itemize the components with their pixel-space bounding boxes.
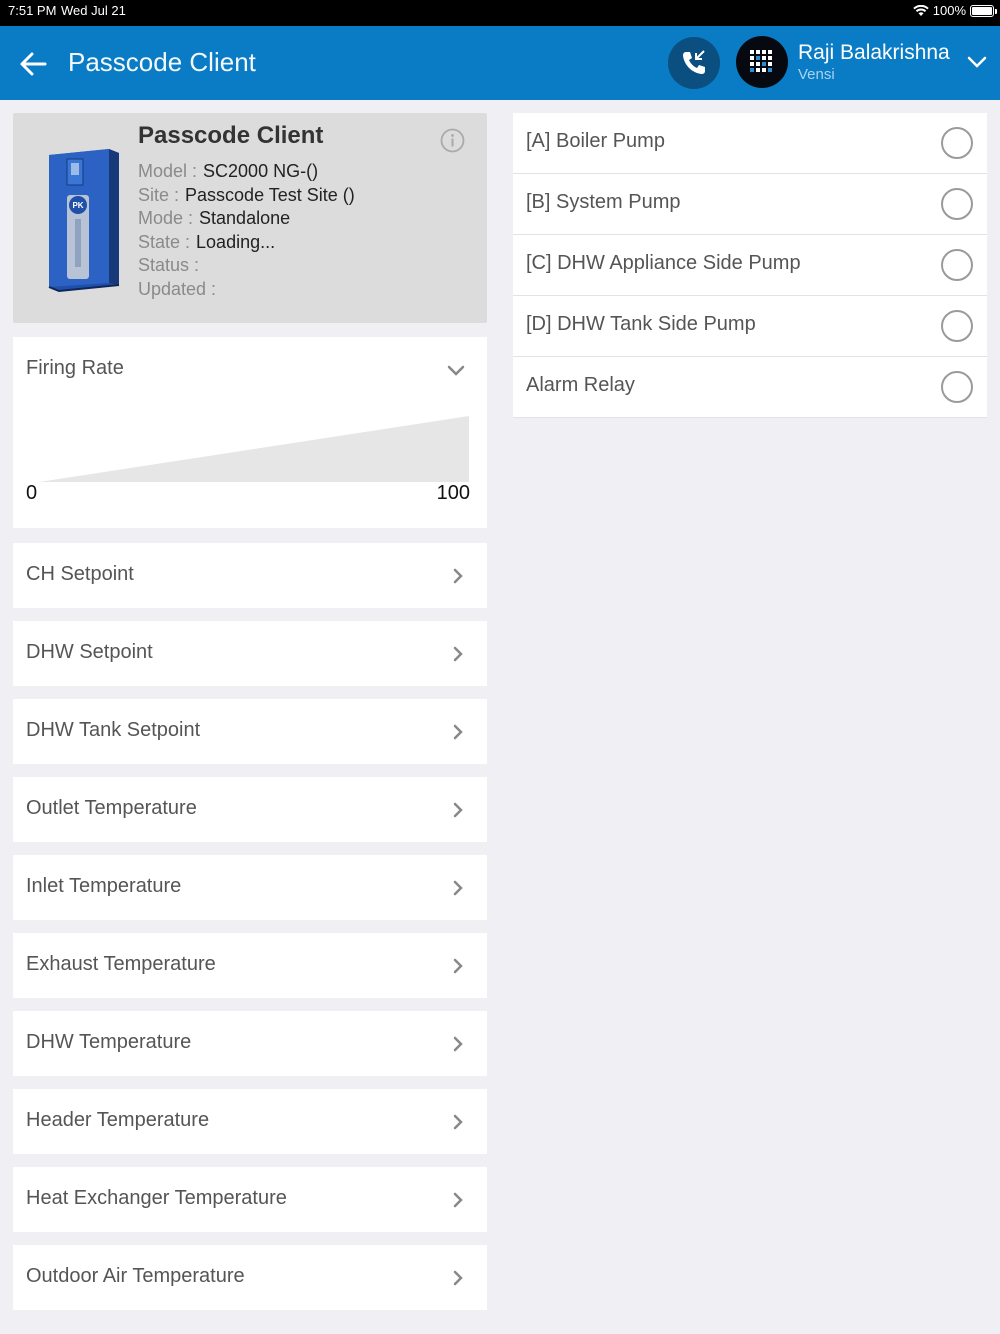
battery-icon [970, 4, 997, 17]
battery-percent: 100% [932, 3, 966, 18]
device-updated-row: Updated : [138, 278, 355, 302]
relay-radio[interactable] [941, 188, 973, 220]
relay-radio[interactable] [941, 249, 973, 281]
item-label: Outdoor Air Temperature [26, 1265, 245, 1287]
relay-label: [B] System Pump [526, 191, 681, 213]
outdoor-air-temperature-item[interactable]: Outdoor Air Temperature [13, 1245, 487, 1310]
info-icon[interactable] [440, 128, 465, 153]
device-label: State : [138, 231, 191, 252]
call-button[interactable] [668, 37, 720, 89]
chevron-down-icon[interactable] [445, 363, 467, 379]
chevron-right-icon [453, 646, 463, 662]
relay-system-pump[interactable]: [B] System Pump [513, 174, 987, 235]
device-status-row: Status : [138, 254, 355, 278]
relay-alarm[interactable]: Alarm Relay [513, 357, 987, 418]
item-label: Outlet Temperature [26, 797, 197, 819]
item-label: DHW Temperature [26, 1031, 192, 1053]
user-name[interactable]: Raji Balakrishna [798, 41, 950, 65]
page-title: Passcode Client [68, 47, 256, 77]
relay-dhw-appliance-side-pump[interactable]: [C] DHW Appliance Side Pump [513, 235, 987, 296]
item-label: Header Temperature [26, 1109, 210, 1131]
exhaust-temperature-item[interactable]: Exhaust Temperature [13, 933, 487, 998]
device-title: Passcode Client [138, 122, 324, 149]
header-temperature-item[interactable]: Header Temperature [13, 1089, 487, 1154]
device-value: Passcode Test Site () [185, 184, 355, 205]
inlet-temperature-item[interactable]: Inlet Temperature [13, 855, 487, 920]
firing-rate-min: 0 [26, 482, 38, 504]
app-header: Passcode Client Raji Balakrishna Vensi [0, 26, 1000, 100]
svg-text:PK: PK [72, 201, 83, 210]
device-site-row: Site : Passcode Test Site () [138, 184, 355, 208]
relay-label: [C] DHW Appliance Side Pump [526, 252, 801, 274]
firing-rate-gauge [39, 416, 469, 482]
status-time: 7:51 PM [8, 3, 57, 18]
item-label: CH Setpoint [26, 563, 134, 585]
chevron-right-icon [453, 1192, 463, 1208]
device-state-row: State : Loading... [138, 231, 355, 255]
status-right: 100% [913, 3, 997, 18]
device-value: Standalone [199, 208, 291, 228]
relay-list: [A] Boiler Pump [B] System Pump [C] DHW … [513, 113, 987, 418]
dhw-temperature-item[interactable]: DHW Temperature [13, 1011, 487, 1076]
back-arrow-icon[interactable] [18, 50, 48, 78]
chevron-right-icon [453, 1270, 463, 1286]
relay-radio[interactable] [941, 127, 973, 159]
firing-rate-max: 100 [436, 482, 470, 504]
heat-exchanger-temperature-item[interactable]: Heat Exchanger Temperature [13, 1167, 487, 1232]
dhw-tank-setpoint-item[interactable]: DHW Tank Setpoint [13, 699, 487, 764]
chevron-right-icon [453, 724, 463, 740]
item-label: DHW Tank Setpoint [26, 719, 201, 741]
device-value: SC2000 NG-() [203, 161, 319, 181]
wifi-icon [913, 4, 929, 16]
device-label: Site : [138, 184, 180, 205]
device-mode-row: Mode : Standalone [138, 207, 355, 231]
item-label: Exhaust Temperature [26, 953, 216, 975]
chevron-right-icon [453, 568, 463, 584]
item-label: Heat Exchanger Temperature [26, 1187, 287, 1209]
dhw-setpoint-item[interactable]: DHW Setpoint [13, 621, 487, 686]
outlet-temperature-item[interactable]: Outlet Temperature [13, 777, 487, 842]
chevron-right-icon [453, 1036, 463, 1052]
relay-radio[interactable] [941, 371, 973, 403]
chevron-right-icon [453, 1114, 463, 1130]
device-model-row: Model : SC2000 NG-() [138, 160, 355, 184]
user-organization: Vensi [798, 66, 835, 83]
phone-icon [683, 50, 705, 74]
device-details: Model : SC2000 NG-() Site : Passcode Test … [138, 160, 355, 301]
firing-rate-panel[interactable]: Firing Rate 0 100 [13, 337, 487, 528]
relay-dhw-tank-side-pump[interactable]: [D] DHW Tank Side Pump [513, 296, 987, 357]
device-card: PK Passcode Client Model : SC2000 NG-() S… [13, 113, 487, 323]
relay-radio[interactable] [941, 310, 973, 342]
ch-setpoint-item[interactable]: CH Setpoint [13, 543, 487, 608]
device-value: Loading... [196, 231, 276, 252]
device-label: Updated : [138, 278, 217, 299]
chevron-right-icon [453, 802, 463, 818]
chevron-right-icon [453, 958, 463, 974]
device-label: Model : [138, 161, 198, 181]
firing-rate-title: Firing Rate [26, 357, 124, 379]
relay-boiler-pump[interactable]: [A] Boiler Pump [513, 113, 987, 174]
chevron-down-icon[interactable] [966, 53, 988, 71]
device-label: Mode : [138, 208, 194, 228]
device-label: Status : [138, 255, 200, 275]
chevron-right-icon [453, 880, 463, 896]
status-date: Wed Jul 21 [61, 3, 126, 18]
item-label: Inlet Temperature [26, 875, 182, 897]
boiler-device-image: PK [48, 149, 120, 293]
relay-label: [A] Boiler Pump [526, 130, 665, 152]
status-bar: 7:51 PM Wed Jul 21 100% [0, 0, 1000, 26]
relay-label: [D] DHW Tank Side Pump [526, 313, 756, 335]
relay-label: Alarm Relay [526, 374, 635, 396]
avatar[interactable] [736, 36, 788, 88]
company-logo-icon [750, 50, 772, 72]
item-label: DHW Setpoint [26, 641, 153, 663]
